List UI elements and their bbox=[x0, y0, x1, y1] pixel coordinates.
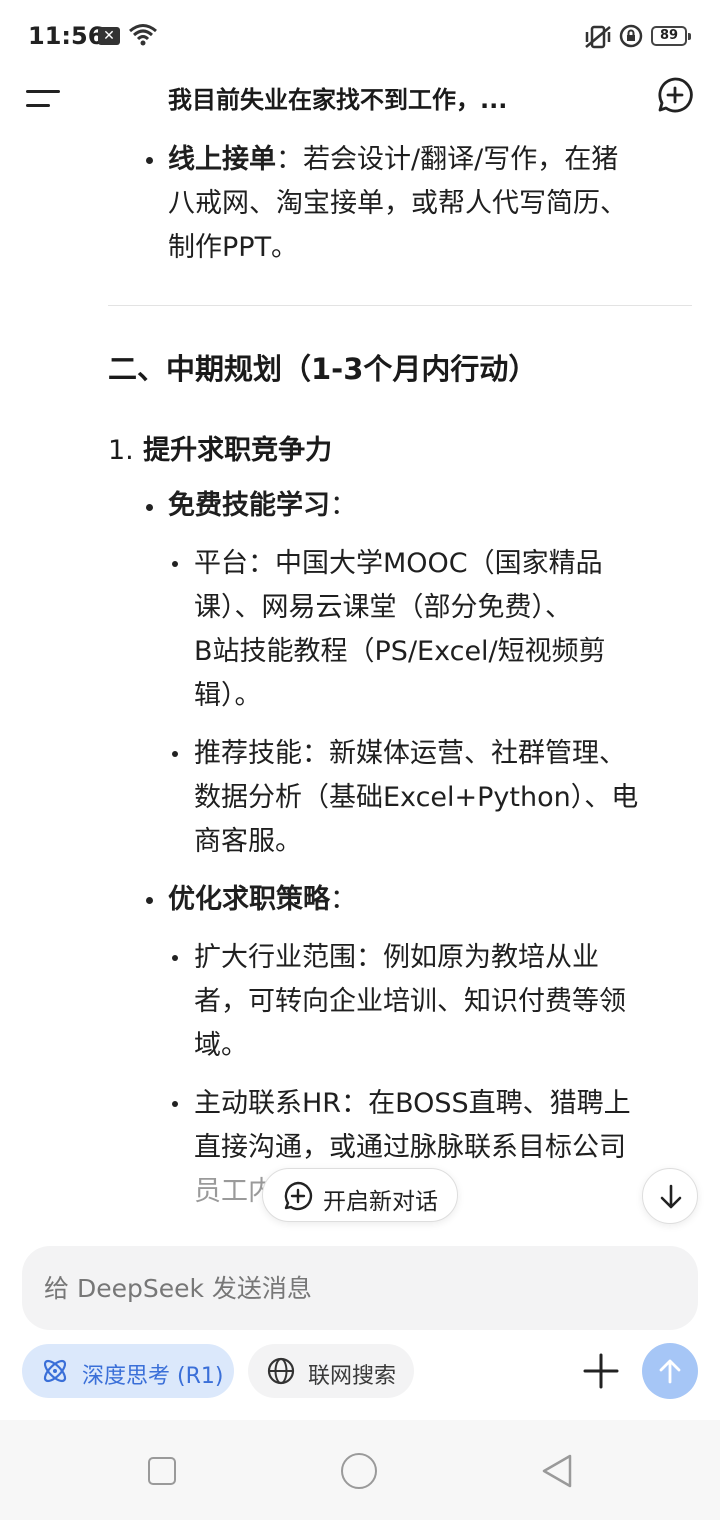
rotation-lock-icon bbox=[619, 24, 643, 48]
sub-bullet bbox=[172, 751, 178, 757]
app-header: 我目前失业在家找不到工作，... bbox=[0, 72, 720, 128]
new-dialog-button[interactable]: 开启新对话 bbox=[262, 1168, 458, 1222]
web-search-toggle[interactable]: 联网搜索 bbox=[248, 1344, 414, 1398]
deep-think-toggle[interactable]: 深度思考 (R1) bbox=[22, 1344, 234, 1398]
list-item: 免费技能学习： bbox=[168, 490, 357, 521]
battery-indicator: 89 bbox=[651, 26, 691, 46]
send-button[interactable] bbox=[642, 1343, 698, 1399]
sub-item-text: 者，可转向企业培训、知识付费等领 bbox=[194, 986, 626, 1017]
new-chat-plus-icon[interactable] bbox=[656, 76, 694, 114]
bullet bbox=[146, 504, 153, 511]
conversation-title: 我目前失业在家找不到工作，... bbox=[168, 86, 508, 114]
arrow-up-icon bbox=[659, 1359, 681, 1384]
sub-item-text: 数据分析（基础Excel+Python）、电 bbox=[194, 782, 639, 813]
hamburger-menu-icon[interactable] bbox=[26, 84, 66, 116]
message-input-container bbox=[22, 1246, 698, 1330]
sub-item-text: 直接沟通，或通过脉脉联系目标公司 bbox=[194, 1132, 626, 1163]
sub-item-text: 扩大行业范围：例如原为教培从业 bbox=[194, 942, 599, 973]
message-input[interactable] bbox=[42, 1262, 666, 1314]
status-bar: 11:56 ✕ 89 bbox=[0, 0, 720, 72]
home-icon[interactable] bbox=[341, 1453, 377, 1489]
list-item-text: 八戒网、淘宝接单，或帮人代写简历、 bbox=[168, 188, 627, 219]
sub-item-text: 商客服。 bbox=[194, 826, 302, 857]
sub-item-text: 推荐技能：新媒体运营、社群管理、 bbox=[194, 738, 626, 769]
numbered-heading: 1. 提升求职竞争力 bbox=[108, 435, 333, 466]
message-content: 线上接单：若会设计/翻译/写作，在猪 八戒网、淘宝接单，或帮人代写简历、 制作P… bbox=[0, 128, 720, 1238]
wifi-icon bbox=[129, 24, 157, 46]
item-label: 线上接单 bbox=[168, 144, 276, 175]
bullet bbox=[146, 897, 153, 904]
sub-bullet bbox=[172, 955, 178, 961]
atom-icon bbox=[43, 1359, 67, 1383]
sub-item-text: B站技能教程（PS/Excel/短视频剪 bbox=[194, 636, 606, 667]
section-heading: 二、中期规划（1-3个月内行动） bbox=[108, 352, 538, 386]
sub-bullet bbox=[172, 1101, 178, 1107]
recent-apps-icon[interactable] bbox=[148, 1457, 176, 1485]
system-nav-bar bbox=[0, 1420, 720, 1520]
list-item-text: 制作PPT。 bbox=[168, 232, 299, 263]
web-search-label: 联网搜索 bbox=[308, 1364, 397, 1389]
arrow-down-icon bbox=[660, 1184, 682, 1209]
bullet bbox=[146, 157, 153, 164]
section-divider bbox=[108, 305, 692, 306]
new-dialog-label: 开启新对话 bbox=[323, 1189, 438, 1215]
sub-item-text: 主动联系HR：在BOSS直聘、猎聘上 bbox=[194, 1088, 631, 1119]
sub-item-text: 域。 bbox=[194, 1030, 248, 1061]
sub-bullet bbox=[172, 561, 178, 567]
back-icon[interactable] bbox=[540, 1453, 574, 1489]
sub-item-text: 辑）。 bbox=[194, 680, 262, 711]
new-chat-bubble-icon bbox=[284, 1181, 313, 1211]
plus-icon[interactable] bbox=[580, 1350, 622, 1392]
list-item: 优化求职策略： bbox=[168, 884, 357, 915]
deep-think-label: 深度思考 (R1) bbox=[82, 1364, 224, 1389]
list-item: 线上接单：若会设计/翻译/写作，在猪 bbox=[168, 144, 619, 175]
status-time: 11:56 bbox=[28, 22, 105, 50]
sub-item-text: 课）、网易云课堂（部分免费）、 bbox=[194, 592, 572, 623]
scroll-to-bottom-button[interactable] bbox=[642, 1168, 698, 1224]
notification-icon: ✕ bbox=[98, 27, 120, 45]
vibrate-icon bbox=[585, 25, 611, 49]
sub-item-text: 平台：中国大学MOOC（国家精品 bbox=[194, 548, 603, 579]
globe-icon bbox=[267, 1357, 295, 1385]
